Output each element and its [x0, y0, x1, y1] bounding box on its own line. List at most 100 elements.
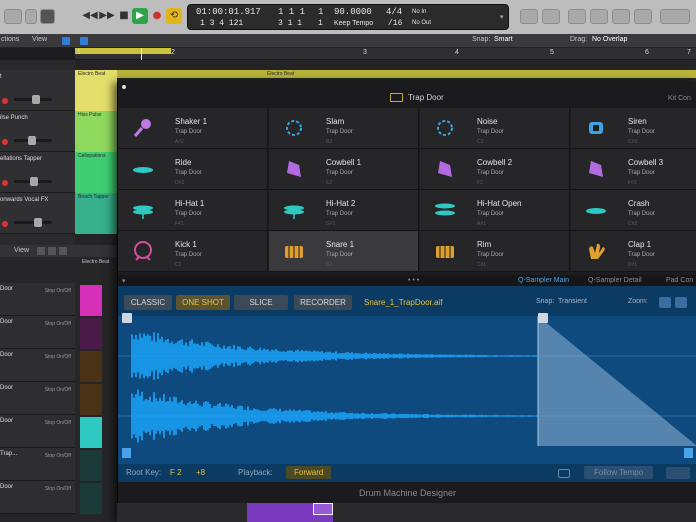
rewind-icon[interactable]: ◀◀	[82, 8, 98, 24]
step-cell[interactable]	[80, 417, 102, 448]
pad-row[interactable]: Door Stop On/Off	[0, 316, 75, 349]
tab-pad-controls[interactable]: Pad Con	[666, 277, 693, 284]
record-enable-icon[interactable]	[2, 180, 8, 186]
drum-pad[interactable]: Snare 1 Trap Door D1	[269, 231, 419, 272]
playback-select[interactable]: Forward	[286, 466, 332, 479]
record-enable-icon[interactable]	[2, 98, 8, 104]
start-marker-icon[interactable]	[122, 313, 132, 323]
volume-fader[interactable]	[14, 136, 52, 145]
notepad-button[interactable]	[590, 9, 608, 24]
options-button[interactable]	[666, 467, 690, 479]
end-marker-icon[interactable]	[538, 313, 548, 323]
step-cell[interactable]	[80, 318, 102, 349]
pad-row[interactable]: Door Stop On/Off	[0, 481, 75, 514]
drum-pad[interactable]: Kick 1 Trap Door C1	[118, 231, 268, 272]
kit-icon[interactable]	[390, 93, 403, 102]
stop-icon[interactable]: ■	[116, 8, 132, 24]
record-icon[interactable]: ●	[149, 8, 165, 24]
volume-fader[interactable]	[14, 218, 52, 227]
fader-knob[interactable]	[34, 218, 42, 227]
close-icon[interactable]	[122, 85, 126, 89]
drag-select[interactable]: No Overlap	[592, 36, 627, 43]
step-cell[interactable]	[80, 351, 102, 382]
pad-row[interactable]: Door Stop On/Off	[0, 283, 75, 316]
region[interactable]: Cellopations	[75, 152, 117, 193]
tab-q-sampler-main[interactable]: Q-Sampler Main	[518, 277, 569, 284]
fader-knob[interactable]	[30, 177, 38, 186]
region[interactable]: Electro Beat	[117, 70, 696, 78]
mode-classic-button[interactable]: CLASSIC	[124, 295, 172, 310]
region[interactable]: Electro Beat	[75, 70, 117, 111]
quick-help-button[interactable]	[40, 9, 55, 24]
link-icon[interactable]	[558, 469, 570, 478]
tuner-button[interactable]	[520, 9, 538, 24]
drum-pad[interactable]: Hi-Hat 1 Trap Door F#1	[118, 190, 268, 231]
region[interactable]: Beach Tapper	[75, 193, 117, 234]
drum-pad[interactable]: Rim Trap Door C#1	[420, 231, 570, 272]
mode-slice-button[interactable]: SLICE	[234, 295, 288, 310]
track-header[interactable]: t	[0, 70, 75, 111]
loop-end-icon[interactable]	[684, 448, 693, 458]
track-header[interactable]: ilse Punch	[0, 111, 75, 152]
sample-file-name[interactable]: Snare_1_TrapDoor.aif	[364, 298, 442, 307]
volume-fader[interactable]	[14, 95, 52, 104]
library-button[interactable]	[4, 9, 22, 24]
drum-pad[interactable]: Hi-Hat Open Trap Door A#1	[420, 190, 570, 231]
track-header[interactable]: ellations Tapper	[0, 152, 75, 193]
pad-row[interactable]: Door Stop On/Off	[0, 382, 75, 415]
step-cell[interactable]	[80, 450, 102, 481]
pad-row[interactable]: Door Stop On/Off	[0, 349, 75, 382]
zoom-out-button[interactable]	[659, 297, 671, 308]
drum-pad[interactable]: Ride Trap Door D#2	[118, 149, 268, 190]
drum-pad[interactable]: Hi-Hat 2 Trap Door G#1	[269, 190, 419, 231]
automation-icon[interactable]	[62, 37, 70, 45]
chevron-down-icon[interactable]: ▾	[500, 13, 504, 21]
fader-knob[interactable]	[32, 95, 40, 104]
snap-select[interactable]: Transient	[558, 298, 587, 305]
step-cell[interactable]	[80, 384, 102, 415]
actions-menu[interactable]: ctions	[1, 36, 19, 43]
drum-pad[interactable]: Cowbell 3 Trap Door F#2	[571, 149, 696, 190]
record-enable-icon[interactable]	[2, 139, 8, 145]
kit-controls-tab[interactable]: Kit Con	[668, 95, 691, 102]
pad-row[interactable]: Door Stop On/Off	[0, 415, 75, 448]
inspector-button[interactable]	[25, 9, 37, 24]
lcd-mode-button[interactable]	[660, 9, 690, 24]
drum-pad[interactable]: Noise Trap Door C3	[420, 108, 570, 149]
drum-pad[interactable]: Slam Trap Door B2	[269, 108, 419, 149]
flex-icon[interactable]	[80, 37, 88, 45]
track-header[interactable]: onwards Vocal FX	[0, 193, 75, 234]
step-cell[interactable]	[80, 483, 102, 514]
recorder-button[interactable]: RECORDER	[294, 295, 352, 310]
lcd-display[interactable]: 01:00:01.917 1 3 4 121 1 1 1 3 1 1 1 1 9…	[187, 4, 509, 30]
kit-title[interactable]: Trap Door	[408, 93, 444, 102]
root-fine-value[interactable]: +8	[196, 468, 205, 477]
view-menu[interactable]: View	[32, 36, 47, 43]
list-icon[interactable]	[48, 247, 56, 255]
cycle-icon[interactable]: ⟲	[166, 8, 182, 24]
step-cell-selected[interactable]	[313, 503, 333, 515]
drum-pad[interactable]: Cowbell 2 Trap Door F2	[420, 149, 570, 190]
solo-button[interactable]	[542, 9, 560, 24]
cycle-region[interactable]	[75, 48, 171, 54]
grid-icon[interactable]	[37, 247, 45, 255]
timeline-ruler[interactable]: 1 2 3 4 5 6 7	[75, 48, 696, 78]
list-editors-button[interactable]	[568, 9, 586, 24]
fader-knob[interactable]	[28, 136, 36, 145]
pager-icon[interactable]: • • •	[408, 277, 419, 284]
region[interactable]: Hiss Pulse	[75, 111, 117, 152]
tab-q-sampler-detail[interactable]: Q-Sampler Detail	[588, 277, 642, 284]
drum-pad[interactable]: Cowbell 1 Trap Door E2	[269, 149, 419, 190]
record-enable-icon[interactable]	[2, 221, 8, 227]
browsers-button[interactable]	[634, 9, 652, 24]
follow-tempo-button[interactable]: Follow Tempo	[584, 466, 654, 479]
loop-browser-button[interactable]	[612, 9, 630, 24]
filter-icon[interactable]	[59, 247, 67, 255]
waveform-display[interactable]	[118, 313, 696, 464]
view-menu[interactable]: View	[14, 247, 29, 254]
fade-region[interactable]	[538, 316, 696, 446]
drum-pad[interactable]: Clap 1 Trap Door D#1	[571, 231, 696, 272]
pad-row[interactable]: Trap... Stop On/Off	[0, 448, 75, 481]
volume-fader[interactable]	[14, 177, 52, 186]
loop-start-icon[interactable]	[122, 448, 131, 458]
